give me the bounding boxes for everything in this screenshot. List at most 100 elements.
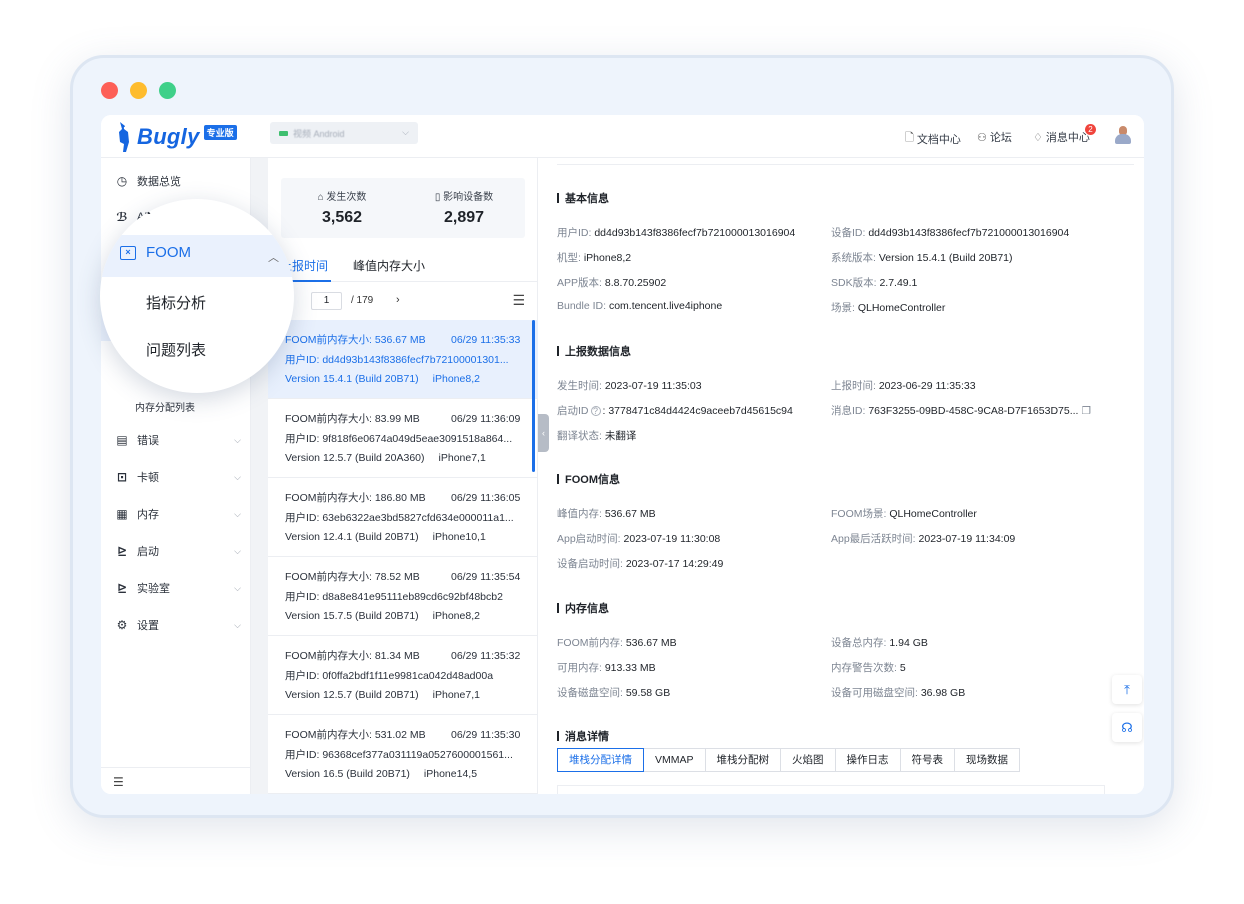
stats-card: ⌂ 发生次数 3,562 ▯ 影响设备数 2,897 (281, 178, 525, 238)
docs-label: 文档中心 (916, 133, 961, 146)
item-model: iPhone10,1 (432, 531, 486, 543)
item-memory: FOOM前内存大小: 536.67 MB (285, 334, 426, 346)
sidebar-item-launch[interactable]: ⊵ 启动 ⌵ (115, 543, 241, 559)
issue-list-panel: ⌂ 发生次数 3,562 ▯ 影响设备数 2,897 上报时间 峰值内存大小 ‹… (268, 158, 538, 794)
magnified-anr-label: ANR (114, 201, 151, 218)
kv-memory-warnings: 内存警告次数: 5 (831, 662, 906, 674)
list-item[interactable]: FOOM前内存大小: 83.99 MB 06/29 11:36:09 用户ID:… (268, 399, 538, 478)
section-title-basic: 基本信息 (557, 190, 609, 206)
chevron-down-icon: ⌵ (234, 471, 241, 482)
settings-icon: ⚙ (116, 618, 128, 632)
kv-translation: 翻译状态: 未翻译 (557, 430, 637, 442)
tab-peak-memory[interactable]: 峰值内存大小 (353, 257, 425, 274)
forum-label: 论坛 (989, 132, 1012, 144)
tab-scene-data[interactable]: 现场数据 (955, 748, 1021, 772)
kv-bundle-id: Bundle ID: com.tencent.live4iphone (557, 300, 723, 312)
window-close-dot[interactable] (101, 82, 118, 99)
item-time: 06/29 11:35:30 (451, 729, 521, 741)
sidebar-item-lab[interactable]: ⊵ 实验室 ⌵ (115, 580, 241, 596)
collapse-menu-icon[interactable]: ☰ (113, 775, 124, 789)
copy-icon[interactable]: ❐ (1081, 405, 1090, 417)
kv-device-id: 设备ID: dd4d93b143f8386fecf7b7210000130169… (831, 227, 1070, 239)
kv-total-memory: 设备总内存: 1.94 GB (831, 637, 928, 649)
item-version: Version 15.7.5 (Build 20B71) (285, 610, 419, 622)
sidebar-sub-metrics-magnified[interactable]: 指标分析 (146, 292, 206, 313)
pager: ‹ 1 / 179 › ☰ (268, 292, 538, 312)
window-maximize-dot[interactable] (159, 82, 176, 99)
tab-flame-graph[interactable]: 火焰图 (781, 748, 836, 772)
forum-link[interactable]: ⚇ 论坛 (977, 129, 1012, 145)
collapse-panel-handle[interactable]: ‹ (538, 414, 549, 452)
item-time: 06/29 11:35:33 (451, 334, 521, 346)
chevron-down-icon: ⌵ (234, 545, 241, 556)
chevron-down-icon: ⌵ (402, 127, 409, 137)
list-item[interactable]: FOOM前内存大小: 536.67 MB 06/29 11:35:33 用户ID… (268, 320, 538, 399)
tab-stack-alloc-tree[interactable]: 堆栈分配树 (705, 748, 782, 772)
item-user-id: 用户ID: 0f0ffa2bdf1f11e9981ca042d48ad00a (285, 669, 494, 682)
item-model: iPhone8,2 (432, 373, 480, 385)
avatar[interactable] (1114, 125, 1132, 145)
sidebar-item-settings[interactable]: ⚙ 设置 ⌵ (115, 617, 241, 633)
stat-label: 影响设备数 (443, 192, 494, 203)
headset-support-icon[interactable]: ☊ (1112, 713, 1142, 742)
tab-stack-alloc-detail[interactable]: 堆栈分配详情 (557, 748, 644, 772)
item-version: Version 12.5.7 (Build 20A360) (285, 452, 425, 464)
message-count-badge: 2 (1085, 124, 1096, 135)
kv-scene: 场景: QLHomeController (831, 302, 946, 314)
sidebar-item-error[interactable]: ▤ 错误 ⌵ (115, 432, 241, 448)
sidebar-item-memory[interactable]: ▦ 内存 ⌵ (115, 506, 241, 522)
list-tabs: 上报时间 峰值内存大小 (268, 250, 538, 282)
stat-devices: ▯ 影响设备数 2,897 (409, 188, 519, 227)
docs-link[interactable]: 🗋 文档中心 (905, 129, 961, 148)
list-item[interactable]: FOOM前内存大小: 531.02 MB 06/29 11:35:30 用户ID… (268, 715, 538, 794)
sidebar-item-label: 启动 (137, 546, 159, 558)
kv-app-version: APP版本: 8.8.70.25902 (557, 277, 667, 289)
chevron-up-icon[interactable]: ︿ (268, 249, 279, 265)
item-version: Version 15.4.1 (Build 20B71) (285, 373, 419, 385)
sidebar-item-label: 卡顿 (137, 472, 159, 484)
window-minimize-dot[interactable] (130, 82, 147, 99)
tab-symbol-table[interactable]: 符号表 (900, 748, 956, 772)
sidebar-sub-memory-alloc[interactable]: 内存分配列表 (135, 399, 195, 414)
kv-foom-scene: FOOM场景: QLHomeController (831, 508, 977, 520)
kv-os-version: 系统版本: Version 15.4.1 (Build 20B71) (831, 252, 1013, 264)
sidebar-item-foom[interactable]: × FOOM (120, 244, 191, 261)
tab-operation-log[interactable]: 操作日志 (835, 748, 901, 772)
kv-model: 机型: iPhone8,2 (557, 252, 632, 264)
page-input[interactable]: 1 (311, 292, 342, 310)
app-selector[interactable]: 视频 Android ⌵ (270, 122, 418, 144)
kv-disk-space: 设备磁盘空间: 59.58 GB (557, 687, 671, 699)
detail-panel: 基本信息 用户ID: dd4d93b143f8386fecf7b72100001… (549, 158, 1144, 794)
item-version: Version 12.4.1 (Build 20B71) (285, 531, 419, 543)
list-scrollbar[interactable] (532, 320, 535, 472)
app-selector-value: 视频 Android (293, 128, 345, 139)
kv-sdk-version: SDK版本: 2.7.49.1 (831, 277, 918, 289)
chevron-down-icon: ⌵ (234, 619, 241, 630)
item-model: iPhone14,5 (423, 768, 478, 780)
stat-label: 发生次数 (326, 192, 367, 203)
brand-name: Bugly (137, 124, 200, 149)
menu-icon[interactable]: ☰ (512, 292, 525, 309)
item-model: iPhone7,1 (432, 689, 480, 701)
section-title-memory: 内存信息 (557, 600, 609, 616)
stat-value: 3,562 (321, 209, 363, 226)
message-tabs: 堆栈分配详情 VMMAP 堆栈分配树 火焰图 操作日志 符号表 现场数据 (557, 748, 1021, 772)
list-item[interactable]: FOOM前内存大小: 186.80 MB 06/29 11:36:05 用户ID… (268, 478, 538, 557)
bugly-logo[interactable]: Bugly 专业版 (114, 120, 237, 154)
sidebar-item-lag[interactable]: ⊡ 卡顿 ⌵ (115, 469, 241, 485)
sidebar-footer: ☰ (101, 767, 251, 794)
sidebar-sub-issues-magnified[interactable]: 问题列表 (146, 339, 206, 360)
sidebar-item-label: 设置 (137, 620, 159, 632)
tab-vmmap[interactable]: VMMAP (644, 748, 706, 772)
list-item[interactable]: FOOM前内存大小: 78.52 MB 06/29 11:35:54 用户ID:… (268, 557, 538, 636)
messages-link[interactable]: ♢ 消息中心 (1033, 129, 1090, 145)
kv-app-last-active: App最后活跃时间: 2023-07-19 11:34:09 (831, 533, 1016, 545)
list-item[interactable]: FOOM前内存大小: 81.34 MB 06/29 11:35:32 用户ID:… (268, 636, 538, 715)
sidebar-item-overview[interactable]: ◷ 数据总览 (115, 173, 241, 189)
help-icon[interactable]: ? (590, 406, 601, 416)
next-page-icon[interactable]: › (396, 294, 400, 306)
item-time: 06/29 11:36:05 (451, 492, 521, 504)
sidebar-item-label: 实验室 (137, 583, 170, 595)
sidebar-item-label: 内存 (137, 509, 159, 521)
back-to-top-icon[interactable]: ⤒ (1112, 675, 1142, 704)
